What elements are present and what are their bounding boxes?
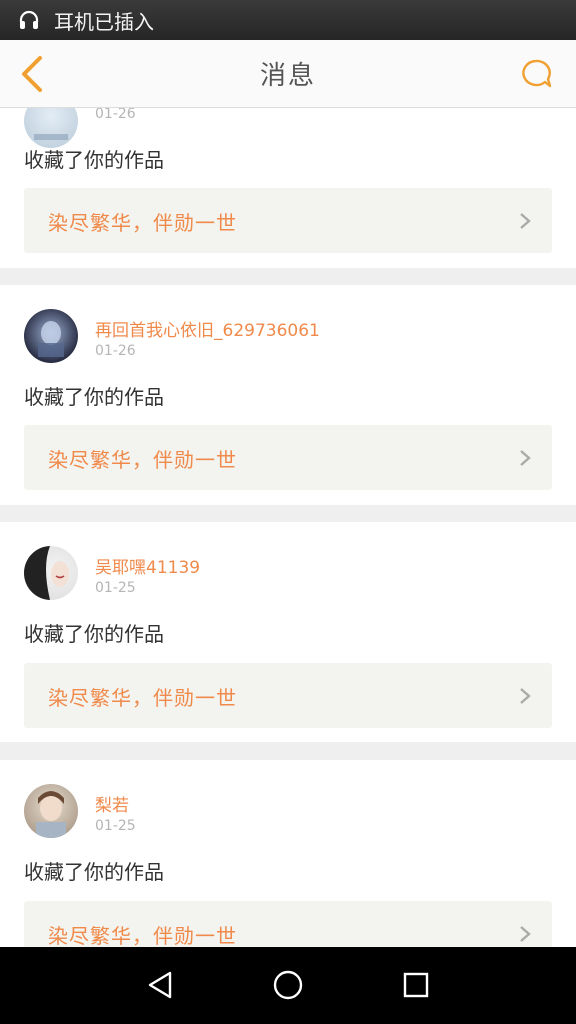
message-action-text: 收藏了你的作品 bbox=[24, 148, 164, 172]
message-item: 吴耶嘿41139 01-25 收藏了你的作品 染尽繁华，伴勋一世 bbox=[0, 522, 576, 742]
avatar[interactable] bbox=[24, 108, 78, 148]
avatar[interactable] bbox=[24, 309, 78, 363]
chevron-left-icon bbox=[22, 56, 42, 92]
message-item: 梨若 01-25 收藏了你的作品 染尽繁华，伴勋一世 bbox=[0, 760, 576, 947]
username[interactable]: 梨若 bbox=[95, 791, 129, 816]
status-notification-text: 耳机已插入 bbox=[54, 9, 154, 34]
headphones-icon bbox=[16, 7, 42, 33]
header-bar: 消息 bbox=[0, 40, 576, 108]
username[interactable]: 再回首我心依旧_629736061 bbox=[95, 316, 320, 341]
work-link[interactable]: 染尽繁华，伴勋一世 bbox=[24, 663, 552, 728]
circle-home-icon bbox=[273, 970, 303, 1000]
message-item: 01-26 收藏了你的作品 染尽繁华，伴勋一世 bbox=[0, 108, 576, 268]
chevron-right-icon bbox=[520, 688, 531, 704]
message-action-text: 收藏了你的作品 bbox=[24, 622, 164, 646]
avatar[interactable] bbox=[24, 784, 78, 838]
message-date: 01-26 bbox=[95, 108, 136, 122]
work-title: 染尽繁华，伴勋一世 bbox=[48, 924, 237, 947]
username[interactable]: 吴耶嘿41139 bbox=[95, 553, 200, 578]
work-link[interactable]: 染尽繁华，伴勋一世 bbox=[24, 425, 552, 490]
work-link[interactable]: 染尽繁华，伴勋一世 bbox=[24, 901, 552, 947]
status-bar: 耳机已插入 bbox=[0, 0, 576, 40]
nav-back-button[interactable] bbox=[140, 967, 180, 1003]
message-date: 01-26 bbox=[95, 343, 136, 359]
nav-home-button[interactable] bbox=[268, 967, 308, 1003]
chevron-right-icon bbox=[520, 450, 531, 466]
message-date: 01-25 bbox=[95, 580, 136, 596]
page-title: 消息 bbox=[259, 61, 316, 91]
chat-button[interactable] bbox=[516, 54, 556, 94]
back-button[interactable] bbox=[12, 52, 52, 96]
work-title: 染尽繁华，伴勋一世 bbox=[48, 686, 237, 710]
message-date: 01-25 bbox=[95, 818, 136, 834]
work-title: 染尽繁华，伴勋一世 bbox=[48, 448, 237, 472]
work-title: 染尽繁华，伴勋一世 bbox=[48, 211, 237, 235]
chevron-right-icon bbox=[520, 213, 531, 229]
nav-recents-button[interactable] bbox=[396, 967, 436, 1003]
triangle-back-icon bbox=[148, 971, 172, 999]
message-action-text: 收藏了你的作品 bbox=[24, 385, 164, 409]
system-nav-bar bbox=[0, 947, 576, 1024]
work-link[interactable]: 染尽繁华，伴勋一世 bbox=[24, 188, 552, 253]
square-recents-icon bbox=[403, 972, 429, 998]
message-action-text: 收藏了你的作品 bbox=[24, 860, 164, 884]
message-item: 再回首我心依旧_629736061 01-26 收藏了你的作品 染尽繁华，伴勋一… bbox=[0, 285, 576, 505]
chat-bubble-icon bbox=[522, 59, 552, 88]
chevron-right-icon bbox=[520, 926, 531, 942]
message-feed[interactable]: 01-26 收藏了你的作品 染尽繁华，伴勋一世 再回首我心依旧_62973606… bbox=[0, 108, 576, 947]
avatar[interactable] bbox=[24, 546, 78, 600]
